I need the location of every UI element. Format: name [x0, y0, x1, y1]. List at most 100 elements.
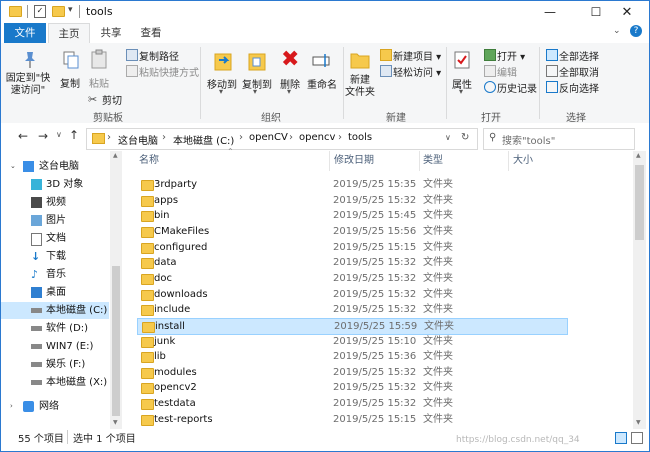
tab-file[interactable]: 文件: [4, 23, 46, 43]
chevron-down-icon[interactable]: ⌄: [613, 26, 621, 36]
file-row[interactable]: data 2019/5/25 15:32 文件夹: [137, 255, 566, 270]
column-header-name[interactable]: 名称: [139, 151, 159, 171]
file-row[interactable]: junk 2019/5/25 15:10 文件夹: [137, 334, 566, 349]
cut-button[interactable]: 剪切: [102, 92, 122, 107]
tiles-view-icon[interactable]: [631, 432, 643, 444]
file-name: opencv2: [154, 382, 197, 394]
scroll-up-icon[interactable]: ▲: [636, 152, 641, 159]
new-folder-button[interactable]: 新建 文件夹: [344, 75, 376, 99]
open-button[interactable]: 打开 ▾: [497, 48, 525, 63]
chevron-down-icon[interactable]: ∨: [445, 133, 451, 142]
help-icon[interactable]: ?: [630, 25, 642, 37]
nav-item-3d-objects[interactable]: 3D 对象: [1, 176, 109, 193]
nav-item-network[interactable]: › 网络: [1, 398, 109, 415]
cube-icon: [31, 179, 42, 190]
nav-item-music[interactable]: ♪ 音乐: [1, 266, 109, 283]
file-row[interactable]: 3rdparty 2019/5/25 15:35 文件夹: [137, 177, 566, 192]
chevron-down-icon[interactable]: ▾: [219, 87, 223, 96]
chevron-down-icon[interactable]: ▾: [68, 5, 73, 15]
file-row[interactable]: include 2019/5/25 15:32 文件夹: [137, 302, 566, 317]
file-name: data: [154, 257, 177, 269]
tab-home[interactable]: 主页: [48, 23, 90, 44]
select-all-button[interactable]: 全部选择: [559, 48, 599, 63]
file-row[interactable]: bin 2019/5/25 15:45 文件夹: [137, 208, 566, 223]
back-arrow-icon[interactable]: ←: [18, 129, 28, 143]
chevron-down-icon[interactable]: ⌄: [10, 158, 16, 175]
nav-scrollbar[interactable]: ▲ ▼: [110, 151, 122, 429]
file-row[interactable]: configured 2019/5/25 15:15 文件夹: [137, 240, 566, 255]
chevron-down-icon[interactable]: ▾: [287, 87, 291, 96]
chevron-right-icon[interactable]: ›: [10, 398, 13, 415]
scroll-down-icon[interactable]: ▼: [636, 419, 641, 426]
address-bar[interactable]: › 这台电脑 › 本地磁盘 (C:) › openCV › opencv › t…: [86, 128, 478, 150]
tab-share[interactable]: 共享: [91, 23, 131, 43]
new-item-button[interactable]: 新建项目 ▾: [393, 48, 441, 63]
paste-button[interactable]: 粘贴: [86, 75, 112, 90]
up-arrow-icon[interactable]: ↑: [69, 128, 79, 142]
nav-item-drive-f[interactable]: 娱乐 (F:): [1, 356, 109, 373]
document-icon: [31, 233, 42, 246]
breadcrumb-this-pc[interactable]: 这台电脑: [118, 132, 158, 147]
nav-item-documents[interactable]: 文档: [1, 230, 109, 247]
folder-icon: [141, 305, 154, 317]
nav-item-drive-d[interactable]: 软件 (D:): [1, 320, 109, 337]
search-input[interactable]: 搜索"tools": [502, 132, 555, 147]
file-list-scrollbar[interactable]: ▲ ▼: [633, 151, 646, 429]
rename-button[interactable]: 重命名: [305, 76, 339, 91]
recent-chevron-icon[interactable]: ∨: [56, 130, 62, 139]
easy-access-button[interactable]: 轻松访问 ▾: [393, 64, 441, 79]
nav-item-desktop[interactable]: 桌面: [1, 284, 109, 301]
breadcrumb-opencv[interactable]: opencv: [299, 132, 335, 143]
edit-button[interactable]: 编辑: [497, 64, 517, 79]
nav-item-videos[interactable]: 视频: [1, 194, 109, 211]
chevron-down-icon[interactable]: ▾: [459, 87, 463, 96]
paste-shortcut-button[interactable]: 粘贴快捷方式: [139, 64, 199, 79]
file-row[interactable]: modules 2019/5/25 15:32 文件夹: [137, 365, 566, 380]
breadcrumb-tools[interactable]: tools: [348, 132, 372, 143]
scroll-down-icon[interactable]: ▼: [113, 419, 118, 426]
new-folder-quick-icon[interactable]: [52, 6, 65, 17]
nav-item-drive-c[interactable]: 本地磁盘 (C:): [1, 302, 109, 319]
file-row[interactable]: test-reports 2019/5/25 15:15 文件夹: [137, 412, 566, 427]
file-date: 2019/5/25 15:32: [333, 382, 417, 394]
file-row[interactable]: testdata 2019/5/25 15:32 文件夹: [137, 396, 566, 411]
column-header-date[interactable]: 修改日期: [334, 151, 374, 171]
file-row[interactable]: downloads 2019/5/25 15:32 文件夹: [137, 287, 566, 302]
column-header-size[interactable]: 大小: [513, 151, 533, 171]
file-name: testdata: [154, 398, 196, 410]
invert-selection-button[interactable]: 反向选择: [559, 80, 599, 95]
select-none-button[interactable]: 全部取消: [559, 64, 599, 79]
minimize-button[interactable]: —: [527, 1, 573, 23]
search-box[interactable]: ⚲ 搜索"tools": [483, 128, 635, 150]
file-row[interactable]: CMakeFiles 2019/5/25 15:56 文件夹: [137, 224, 566, 239]
history-button[interactable]: 历史记录: [497, 80, 537, 95]
file-row[interactable]: lib 2019/5/25 15:36 文件夹: [137, 349, 566, 364]
nav-item-drive-x[interactable]: 本地磁盘 (X:): [1, 374, 109, 391]
nav-item-pictures[interactable]: 图片: [1, 212, 109, 229]
nav-item-drive-e[interactable]: WIN7 (E:): [1, 338, 109, 355]
chevron-down-icon[interactable]: ▾: [253, 87, 257, 96]
file-row[interactable]: apps 2019/5/25 15:32 文件夹: [137, 193, 566, 208]
file-row[interactable]: install 2019/5/25 15:59 文件夹: [137, 317, 568, 335]
copy-button[interactable]: 复制: [57, 75, 83, 90]
forward-arrow-icon[interactable]: →: [38, 129, 48, 143]
tab-view[interactable]: 查看: [131, 23, 171, 43]
breadcrumb-opencv-upper[interactable]: openCV: [249, 132, 288, 143]
column-header-type[interactable]: 类型: [423, 151, 443, 171]
properties-check-icon[interactable]: ✓: [34, 5, 46, 18]
refresh-icon[interactable]: ↻: [461, 132, 469, 143]
close-button[interactable]: ✕: [604, 1, 650, 23]
select-all-icon: [546, 49, 558, 61]
file-row[interactable]: doc 2019/5/25 15:32 文件夹: [137, 271, 566, 286]
scroll-up-icon[interactable]: ▲: [113, 152, 118, 159]
nav-item-downloads[interactable]: ↓ 下载: [1, 248, 109, 265]
pin-quick-access-button[interactable]: 固定到"快 速访问": [3, 73, 53, 97]
scrollbar-thumb[interactable]: [112, 266, 120, 416]
details-view-icon[interactable]: [615, 432, 627, 444]
file-row[interactable]: opencv2 2019/5/25 15:32 文件夹: [137, 380, 566, 395]
nav-label: 网络: [39, 401, 59, 412]
scrollbar-thumb[interactable]: [635, 165, 644, 240]
nav-item-this-pc[interactable]: ⌄ 这台电脑: [1, 158, 109, 175]
copy-path-button[interactable]: 复制路径: [139, 48, 179, 63]
breadcrumb-drive-c[interactable]: 本地磁盘 (C:): [173, 132, 234, 147]
